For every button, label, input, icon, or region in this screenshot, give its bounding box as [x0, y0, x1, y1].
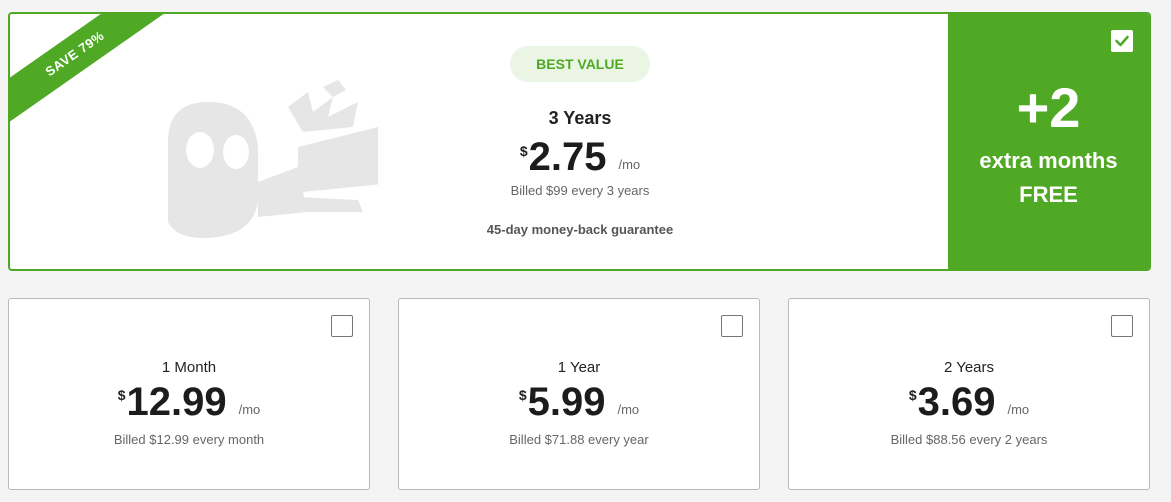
checkbox-unchecked-icon[interactable] — [721, 315, 743, 337]
price-row: $ 2.75 /mo — [450, 137, 710, 177]
billed-text: Billed $88.56 every 2 years — [890, 432, 1048, 447]
price-row: $ 12.99 /mo — [9, 382, 369, 422]
price-amount: 2.75 — [528, 135, 607, 179]
bonus-months-count: +2 — [1016, 76, 1081, 139]
currency-symbol: $ — [908, 387, 917, 403]
currency-symbol: $ — [519, 143, 528, 159]
price-period: /mo — [238, 402, 261, 417]
plan-title: 2 Years — [943, 359, 995, 376]
save-ribbon-label: SAVE 79% — [10, 14, 180, 124]
bonus-line-2: FREE — [1019, 182, 1078, 207]
price-amount: 3.69 — [917, 380, 996, 424]
checkbox-unchecked-icon[interactable] — [331, 315, 353, 337]
billed-text: Billed $71.88 every year — [509, 432, 649, 447]
currency-symbol: $ — [518, 387, 527, 403]
price-period: /mo — [1007, 402, 1030, 417]
plan-title: 1 Month — [161, 359, 217, 376]
save-ribbon: SAVE 79% — [10, 14, 180, 124]
price-amount: 5.99 — [527, 380, 606, 424]
checkbox-unchecked-icon[interactable] — [1111, 315, 1133, 337]
billed-text: Billed $12.99 every month — [113, 432, 265, 447]
price-row: $ 3.69 /mo — [789, 382, 1149, 422]
price-row: $ 5.99 /mo — [399, 382, 759, 422]
plan-card-2-years[interactable]: 2 Years $ 3.69 /mo Billed $88.56 every 2… — [788, 298, 1150, 490]
checkbox-checked-icon[interactable] — [1111, 30, 1133, 52]
bonus-panel: +2 extra months FREE — [948, 14, 1149, 269]
plan-card-1-month[interactable]: 1 Month $ 12.99 /mo Billed $12.99 every … — [8, 298, 370, 490]
plan-title: 3 Years — [548, 108, 612, 128]
plan-title: 1 Year — [557, 359, 601, 376]
price-period: /mo — [618, 157, 641, 172]
price-period: /mo — [617, 402, 640, 417]
price-amount: 12.99 — [126, 380, 227, 424]
plan-card-1-year[interactable]: 1 Year $ 5.99 /mo Billed $71.88 every ye… — [398, 298, 760, 490]
billed-text: Billed $99 every 3 years — [510, 183, 650, 198]
money-back-guarantee: 45-day money-back guarantee — [486, 222, 674, 237]
bonus-line-1: extra months — [979, 148, 1118, 173]
currency-symbol: $ — [117, 387, 126, 403]
plan-card-3-years[interactable]: SAVE 79% BEST VALUE 3 Years $ 2.75 /mo B… — [8, 12, 1151, 271]
ghost-mascot-icon — [168, 80, 378, 238]
best-value-badge: BEST VALUE — [510, 46, 650, 82]
